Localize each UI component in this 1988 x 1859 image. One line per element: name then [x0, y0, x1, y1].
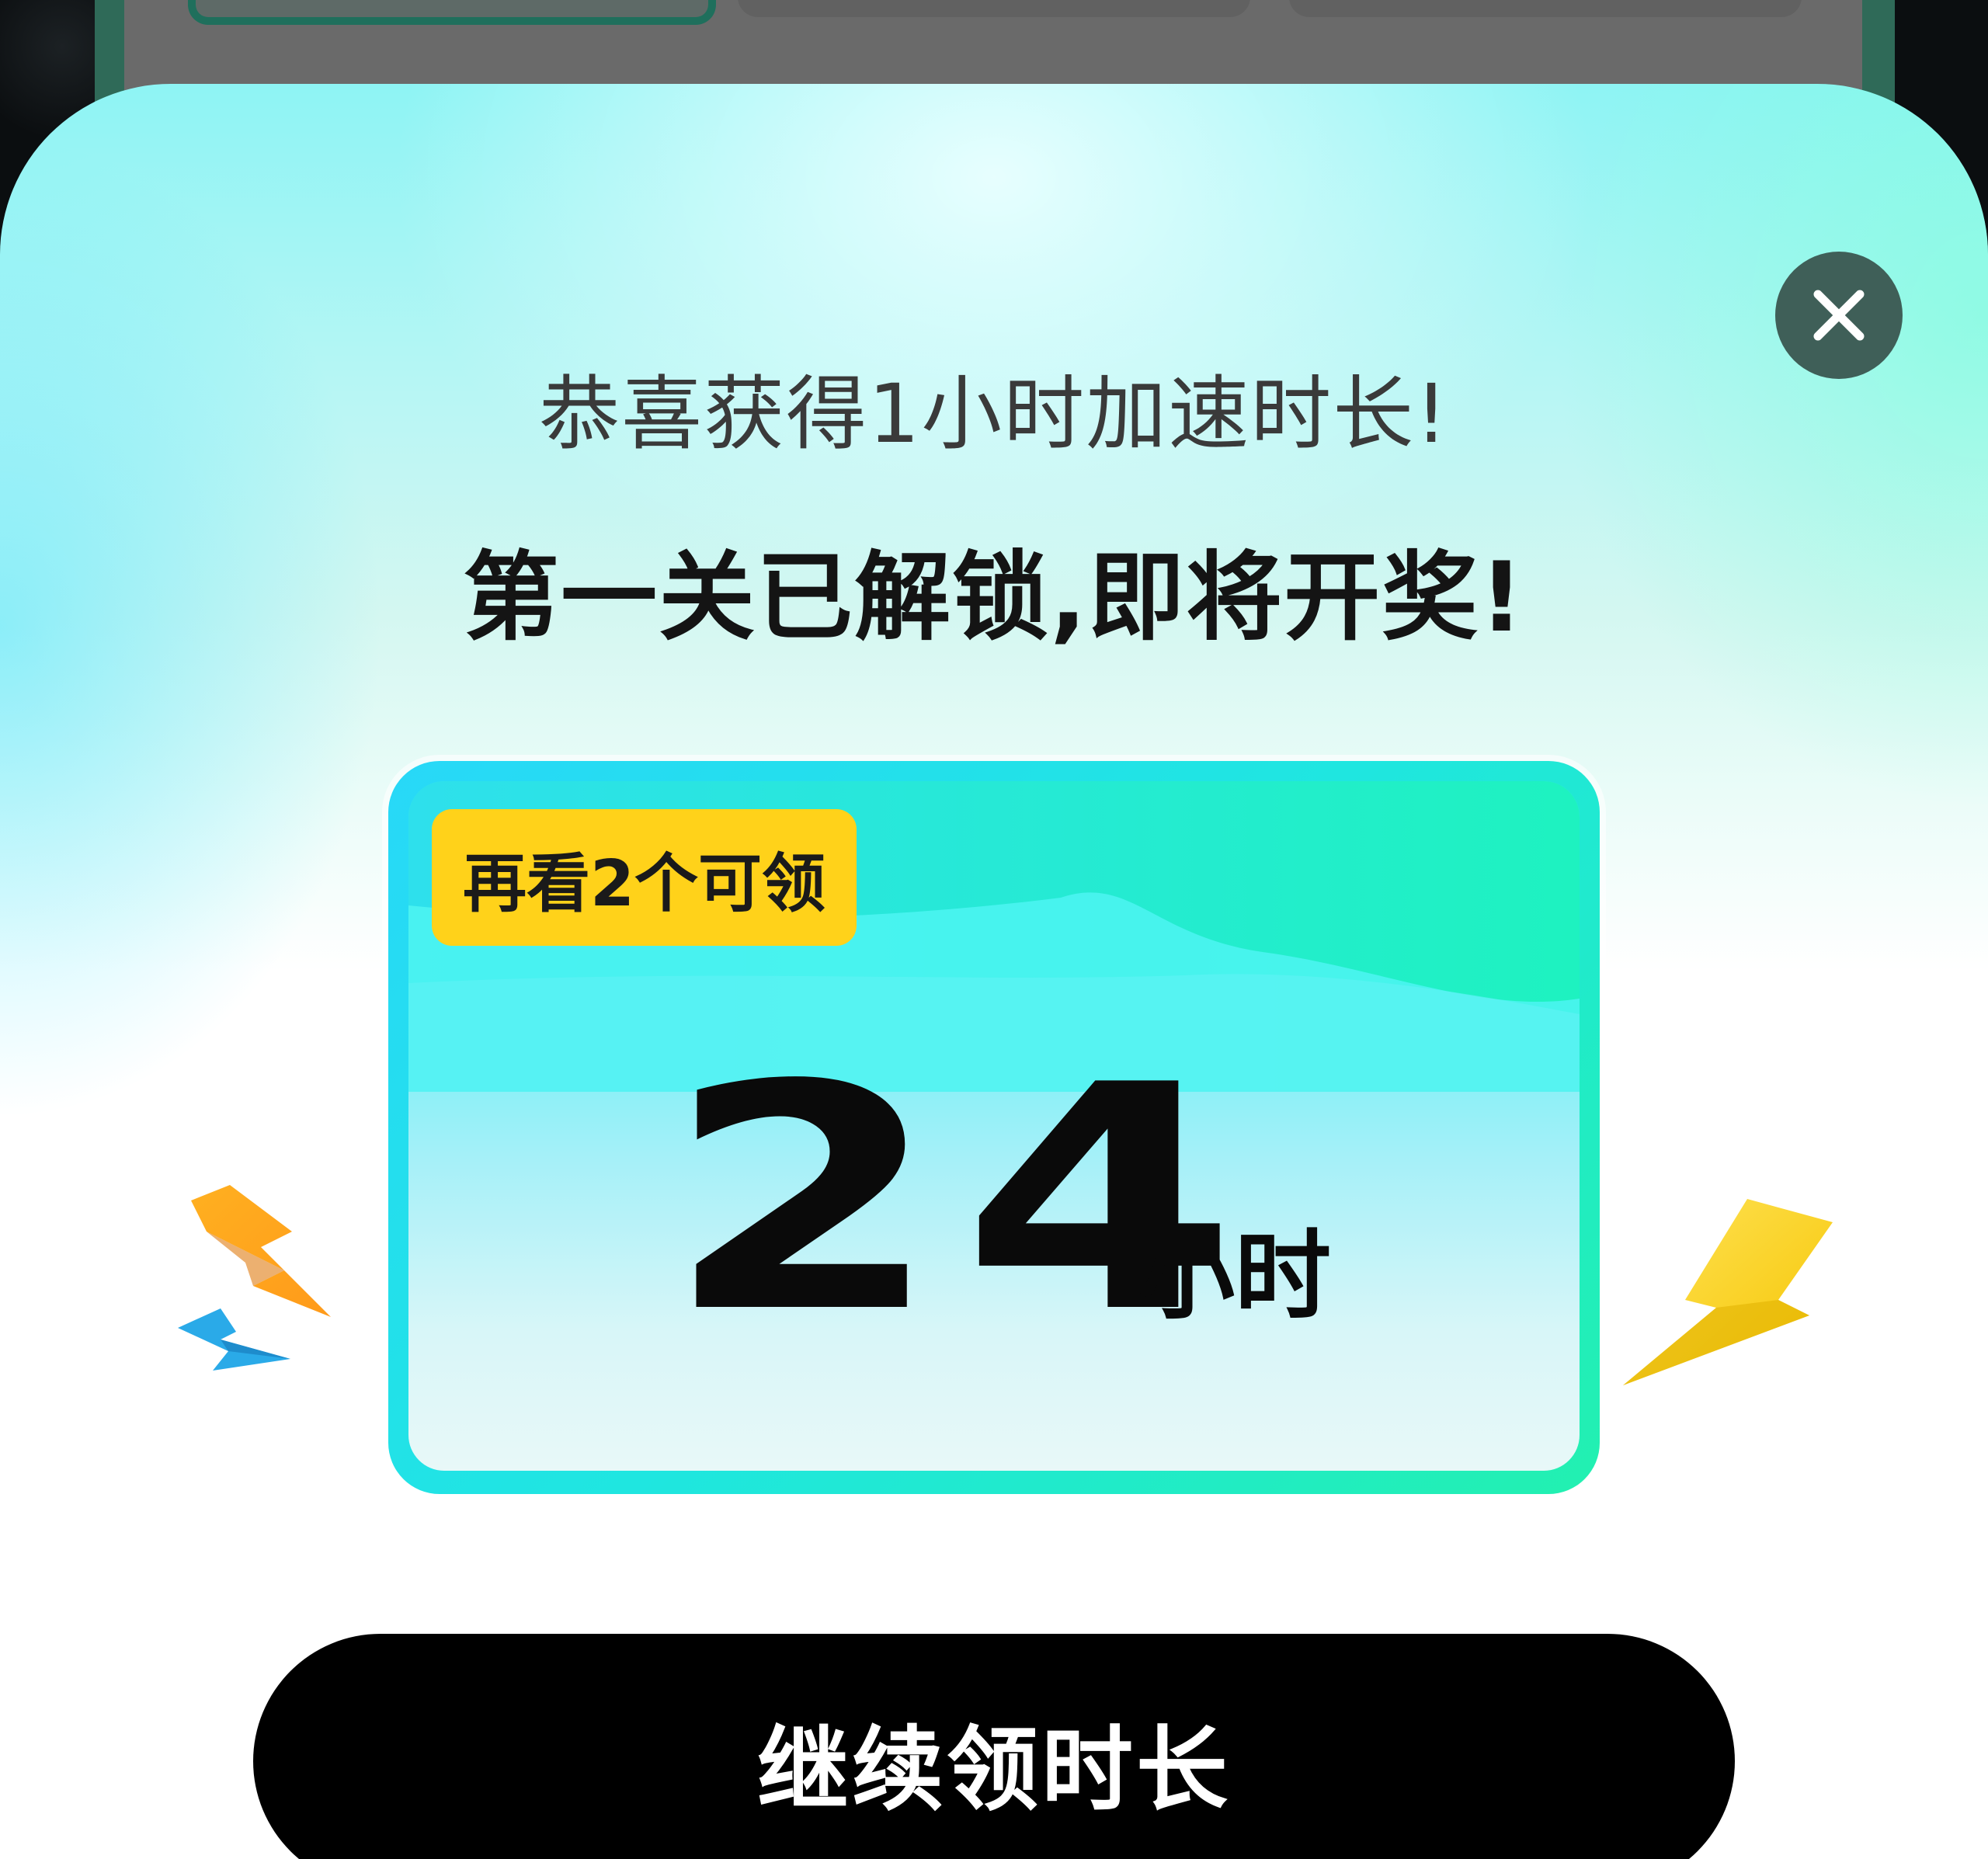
close-icon [1813, 290, 1865, 341]
remaining-ads-badge: 再看2个可领 [432, 809, 857, 946]
lightning-icon [178, 1308, 290, 1371]
continue-claim-button[interactable]: 继续领时长 [253, 1634, 1735, 1859]
background-tab [1289, 0, 1802, 17]
reward-subtitle: 恭喜获得1小时加速时长! [539, 367, 1449, 461]
lightning-icon [1623, 1199, 1833, 1385]
reward-unit: 小时 [1138, 1221, 1332, 1333]
background-tab-active [188, 0, 716, 25]
reward-modal: 恭喜获得1小时加速时长! 第一关已解锁,即将开奖! 再看2个可领 24 小时 继… [0, 84, 1988, 1859]
reward-headline: 第一关已解锁,即将开奖! [463, 542, 1525, 654]
reward-card-inner: 再看2个可领 24 小时 [408, 781, 1580, 1471]
background-tab [738, 0, 1250, 17]
reward-card: 再看2个可领 24 小时 [388, 761, 1600, 1494]
